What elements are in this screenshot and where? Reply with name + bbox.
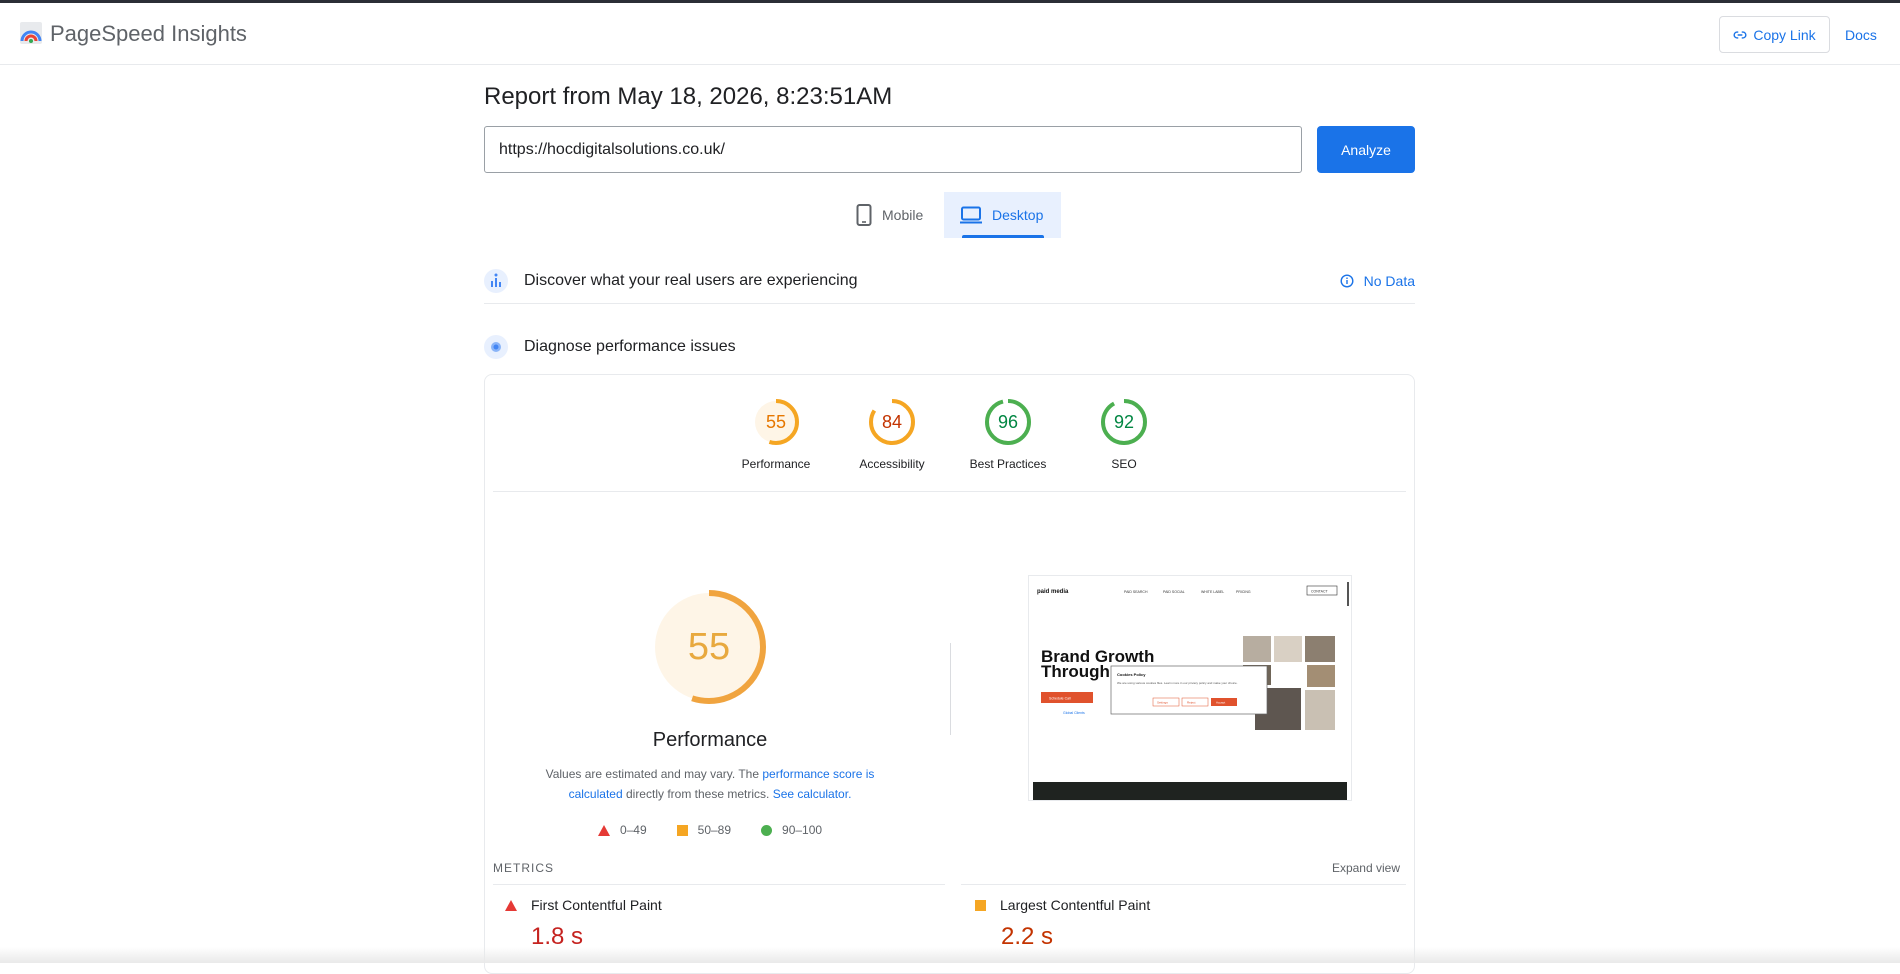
screenshot-contact: CONTACT xyxy=(1311,590,1329,594)
app-header: PageSpeed Insights Copy Link Docs xyxy=(0,3,1900,65)
screenshot-nav: PRICING xyxy=(1236,590,1251,594)
analyze-button[interactable]: Analyze xyxy=(1317,126,1415,173)
tab-desktop-label: Desktop xyxy=(992,207,1044,223)
score-value: 55 xyxy=(765,411,787,432)
lab-data-title: Diagnose performance issues xyxy=(524,338,736,355)
cookie-button: Accept xyxy=(1216,701,1225,705)
no-data-indicator[interactable]: No Data xyxy=(1340,273,1415,289)
square-icon xyxy=(975,899,986,911)
divider xyxy=(950,643,951,735)
desc-text: directly from these metrics. xyxy=(622,787,773,801)
score-value: 96 xyxy=(997,411,1019,432)
divider xyxy=(493,884,945,885)
score-gauge-accessibility[interactable]: 84 Accessibility xyxy=(837,397,947,471)
cookie-text: We are using various cookies files. Lear… xyxy=(1117,681,1238,685)
score-label: Accessibility xyxy=(859,457,925,471)
score-gauge-seo[interactable]: 92 SEO xyxy=(1069,397,1179,471)
cookie-button: Settings xyxy=(1157,701,1168,705)
lab-data-section: Diagnose performance issues xyxy=(484,332,1415,362)
cookie-title: Cookies Policy xyxy=(1117,672,1146,677)
metrics-heading: METRICS xyxy=(493,861,554,875)
app-title: PageSpeed Insights xyxy=(50,21,247,46)
tab-desktop[interactable]: Desktop xyxy=(944,192,1061,238)
screenshot-trust: Global Clients xyxy=(1063,711,1085,715)
performance-title: Performance xyxy=(652,729,768,751)
desc-text: Values are estimated and may vary. The xyxy=(545,767,763,781)
performance-gauge: 55 xyxy=(649,587,769,707)
tab-mobile[interactable]: Mobile xyxy=(848,192,943,238)
screenshot-headline: Through xyxy=(1041,662,1110,681)
laptop-icon xyxy=(960,206,982,224)
tab-mobile-label: Mobile xyxy=(882,207,924,223)
url-input[interactable] xyxy=(484,126,1302,173)
score-value: 84 xyxy=(881,411,903,432)
active-tab-indicator xyxy=(962,235,1044,238)
square-icon xyxy=(676,824,688,836)
score-label: Performance xyxy=(741,457,811,471)
triangle-icon xyxy=(505,899,517,911)
score-gauge-best-practices[interactable]: 96 Best Practices xyxy=(953,397,1063,471)
report-card: 55 Performance 84 Accessibility 96 Best … xyxy=(484,374,1415,974)
score-legend: 0–49 50–89 90–100 xyxy=(585,823,835,837)
triangle-icon xyxy=(597,824,610,836)
cookie-button: Reject xyxy=(1187,701,1196,705)
screenshot-nav: PAID SOCIAL xyxy=(1163,590,1185,594)
screenshot-nav: WHITE LABEL xyxy=(1201,590,1224,594)
legend-poor: 0–49 xyxy=(597,823,647,837)
score-value: 92 xyxy=(1113,411,1135,432)
see-calculator-link[interactable]: See calculator. xyxy=(773,787,852,801)
divider xyxy=(493,491,1406,492)
field-data-section: Discover what your real users are experi… xyxy=(484,258,1415,304)
metric-lcp: Largest Contentful Paint 2.2 s xyxy=(975,897,1150,951)
info-icon xyxy=(1340,273,1354,288)
metric-name: Largest Contentful Paint xyxy=(1000,897,1151,913)
legend-good: 90–100 xyxy=(761,823,822,837)
score-gauges: 55 Performance 84 Accessibility 96 Best … xyxy=(485,397,1414,471)
performance-description: Values are estimated and may vary. The p… xyxy=(535,764,885,804)
bottom-shadow xyxy=(0,947,1900,963)
screenshot-brand: paid media xyxy=(1037,589,1069,595)
phone-icon xyxy=(856,204,872,226)
legend-label: 0–49 xyxy=(619,823,647,837)
legend-average: 50–89 xyxy=(676,823,732,837)
score-label: SEO xyxy=(1111,457,1137,471)
score-label: Best Practices xyxy=(969,457,1047,471)
expand-view-link[interactable]: Expand view xyxy=(1332,861,1400,875)
circle-icon xyxy=(761,824,773,836)
divider xyxy=(961,884,1406,885)
copy-link-button[interactable]: Copy Link xyxy=(1719,16,1830,53)
no-data-label: No Data xyxy=(1363,272,1415,289)
metric-name: First Contentful Paint xyxy=(531,897,662,913)
legend-label: 50–89 xyxy=(697,823,732,837)
screenshot-cta: Schedule Call xyxy=(1049,697,1071,701)
docs-link[interactable]: Docs xyxy=(1845,27,1877,43)
diagnose-icon xyxy=(484,335,508,359)
page-screenshot: paid media PAID SEARCH PAID SOCIAL WHITE… xyxy=(1028,575,1352,801)
field-data-title: Discover what your real users are experi… xyxy=(524,271,858,289)
report-title: Report from May 18, 2026, 8:23:51AM xyxy=(484,83,893,110)
legend-label: 90–100 xyxy=(782,823,823,837)
score-gauge-performance[interactable]: 55 Performance xyxy=(721,397,831,471)
link-icon xyxy=(1733,30,1747,39)
performance-score: 55 xyxy=(687,625,731,668)
metric-fcp: First Contentful Paint 1.8 s xyxy=(505,897,662,951)
screenshot-nav: PAID SEARCH xyxy=(1124,590,1148,594)
users-icon xyxy=(484,268,508,293)
copy-link-label: Copy Link xyxy=(1753,26,1816,43)
pagespeed-logo-icon xyxy=(20,22,42,44)
